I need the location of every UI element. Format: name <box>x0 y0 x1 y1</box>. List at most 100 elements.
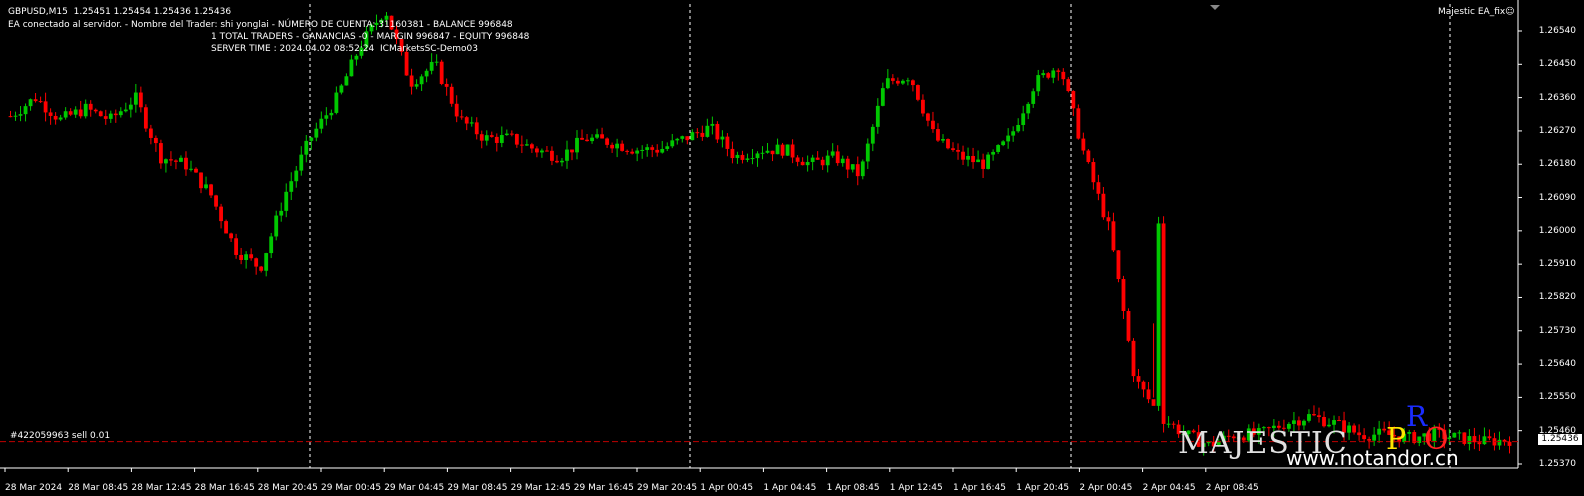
candle-body <box>690 132 695 141</box>
candle-body <box>1156 223 1161 406</box>
candle-body <box>189 168 193 170</box>
candle-body <box>830 151 835 156</box>
candle-body <box>755 153 760 159</box>
candle-body <box>560 160 564 163</box>
candle-body <box>825 155 830 166</box>
shift-marker-icon[interactable] <box>1210 5 1220 10</box>
candle-body <box>464 117 469 124</box>
candle-body <box>966 155 970 160</box>
candle-body <box>404 51 409 76</box>
candle-body <box>770 150 775 155</box>
candle-body <box>550 150 554 161</box>
candle-body <box>1121 279 1126 312</box>
candle-body <box>921 99 925 114</box>
candle-body <box>585 139 589 142</box>
candle-body <box>229 233 233 239</box>
candle-body <box>570 149 574 153</box>
current-price-marker: 1.25436 <box>1538 434 1582 445</box>
candle-body <box>545 150 549 152</box>
time-tick-label: 1 Apr 04:45 <box>763 483 817 493</box>
candle-body <box>1116 250 1121 280</box>
candle-body <box>234 238 239 255</box>
candle-body <box>519 144 524 146</box>
candle-body <box>148 128 153 138</box>
candle-body <box>83 103 88 117</box>
candle-body <box>745 158 750 160</box>
candle-body <box>790 144 795 158</box>
time-tick-label: 2 Apr 08:45 <box>1205 483 1259 493</box>
candle-body <box>765 150 770 153</box>
candle-body <box>600 134 604 139</box>
candle-body <box>1001 141 1006 146</box>
candle-body <box>1166 423 1171 425</box>
candle-body <box>269 236 274 254</box>
candle-body <box>133 92 138 105</box>
candle-body <box>13 115 18 117</box>
candle-body <box>1111 221 1116 251</box>
time-tick-label: 28 Mar 12:45 <box>131 483 192 493</box>
candle-body <box>961 151 965 160</box>
candle-body <box>1131 340 1136 377</box>
candle-body <box>675 138 680 141</box>
candle-body <box>414 84 419 87</box>
candle-body <box>725 136 730 149</box>
price-tick-label: 1.26180 <box>1538 159 1576 170</box>
candle-body <box>344 76 349 86</box>
candle-body <box>1146 389 1151 400</box>
time-tick-label: 28 Mar 16:45 <box>194 483 255 493</box>
candle-body <box>805 162 810 166</box>
candle-body <box>1106 217 1111 222</box>
server-time-line: SERVER TIME : 2024.04.02 08:52:24 ICMark… <box>211 44 479 54</box>
candle-body <box>890 78 895 81</box>
candle-body <box>615 143 620 149</box>
candle-body <box>249 254 254 259</box>
candle-body <box>434 61 439 63</box>
candle-body <box>58 117 63 120</box>
time-tick-label: 29 Mar 04:45 <box>384 483 445 493</box>
chart-window[interactable]: GBPUSD,M15 1.25451 1.25454 1.25436 1.254… <box>0 0 1584 496</box>
ea-badge[interactable]: Majestic EA_fix☺ <box>1438 7 1515 17</box>
candle-body <box>1066 79 1071 92</box>
candle-body <box>740 154 745 160</box>
candle-body <box>911 80 915 86</box>
candle-body <box>610 144 615 149</box>
candle-body <box>1141 381 1146 390</box>
candle-body <box>123 109 128 112</box>
candle-body <box>219 206 223 222</box>
candle-body <box>479 134 484 141</box>
candle-body <box>870 126 875 144</box>
candle-body <box>1161 223 1166 424</box>
candle-body <box>164 159 168 164</box>
price-tick-label: 1.25910 <box>1538 259 1576 270</box>
time-tick-label: 1 Apr 12:45 <box>889 483 943 493</box>
time-tick-label: 2 Apr 00:45 <box>1079 483 1133 493</box>
candle-body <box>535 148 539 153</box>
time-tick-label: 29 Mar 16:45 <box>573 483 634 493</box>
candle-body <box>555 160 559 163</box>
candle-body <box>655 149 660 153</box>
candle-body <box>1051 70 1056 78</box>
candle-body <box>1497 439 1502 446</box>
candle-body <box>284 191 289 211</box>
candle-body <box>620 143 625 151</box>
price-tick-label: 1.25640 <box>1538 359 1576 370</box>
candle-body <box>33 99 38 102</box>
candle-body <box>459 116 464 118</box>
candle-body <box>354 55 359 60</box>
candle-body <box>795 157 800 162</box>
candle-body <box>1016 125 1021 132</box>
candle-body <box>1482 436 1487 445</box>
symbol-info: GBPUSD,M15 1.25451 1.25454 1.25436 1.254… <box>8 7 232 17</box>
price-tick-label: 1.26000 <box>1538 225 1576 236</box>
candle-body <box>1011 131 1016 136</box>
candle-body <box>469 122 474 124</box>
candle-body <box>274 215 279 237</box>
candle-body <box>605 138 609 145</box>
candle-body <box>319 118 324 129</box>
candle-body <box>118 111 123 116</box>
candle-body <box>865 143 870 162</box>
candle-body <box>1126 311 1131 341</box>
time-tick-label: 28 Mar 20:45 <box>257 483 318 493</box>
candle-body <box>760 152 765 154</box>
candle-body <box>1041 73 1046 76</box>
